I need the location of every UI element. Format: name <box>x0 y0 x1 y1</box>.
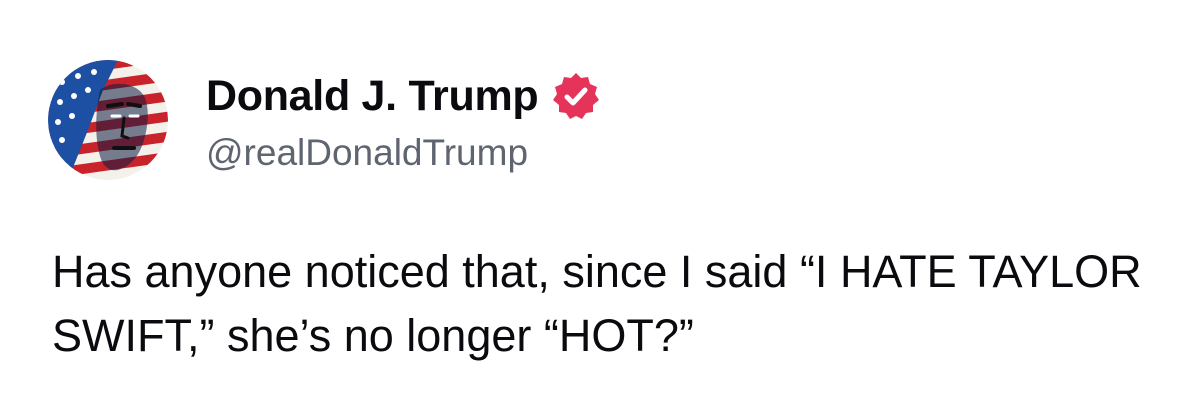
author-display-name[interactable]: Donald J. Trump <box>206 72 539 121</box>
avatar[interactable] <box>48 60 168 180</box>
verified-badge-icon <box>550 70 602 122</box>
flag-portrait-avatar-icon <box>48 60 168 180</box>
post-body-text: Has anyone noticed that, since I said “I… <box>52 246 1142 361</box>
author-handle[interactable]: @realDonaldTrump <box>206 132 528 174</box>
post-card: Donald J. Trump @realDonaldTrump Has any… <box>0 0 1179 411</box>
author-name-row: Donald J. Trump <box>206 70 602 122</box>
